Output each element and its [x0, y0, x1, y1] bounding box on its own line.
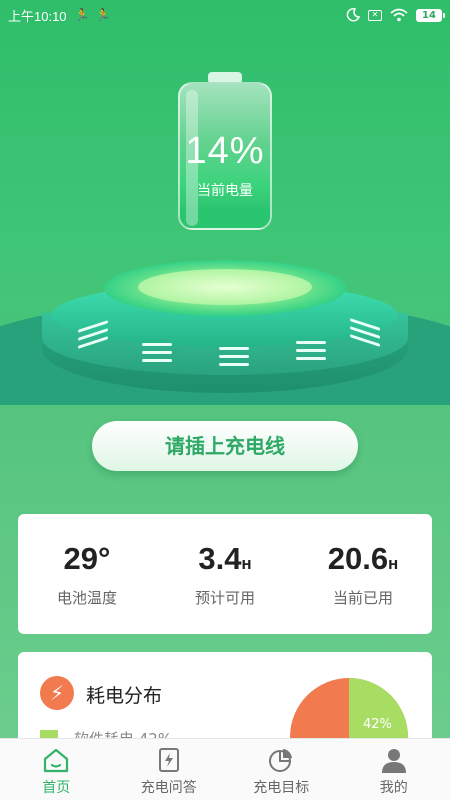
nav-mine[interactable]: 我的 — [338, 739, 450, 800]
nav-label: 充电问答 — [140, 780, 197, 796]
platform-mark — [219, 347, 249, 369]
nav-charging-goal[interactable]: 充电目标 — [225, 739, 338, 800]
plug-in-charger-button[interactable]: 请插上充电线 — [92, 421, 358, 471]
battery-icon: 14 — [416, 8, 445, 22]
stat-unit: H — [388, 557, 399, 572]
stat-estimated-available: 3.4H 预计可用 — [156, 541, 294, 608]
wifi-icon — [390, 8, 408, 22]
pie-slice-label: 42% — [363, 717, 392, 732]
stat-used: 20.6H 当前已用 — [294, 541, 432, 608]
power-distribution-card[interactable]: ⚡ 耗电分布 软件耗电 42% 42% — [18, 652, 432, 752]
user-icon — [381, 749, 406, 773]
nav-label: 首页 — [42, 780, 71, 796]
platform-center — [138, 269, 312, 305]
charging-platform — [42, 255, 408, 395]
pie-chart-icon — [269, 749, 293, 772]
bottom-navigation: 首页 充电问答 充电目标 我的 — [0, 738, 450, 800]
battery-percent: 14% — [185, 130, 265, 172]
home-icon — [44, 748, 69, 773]
nav-home[interactable]: 首页 — [0, 739, 113, 800]
battery-label: 当前电量 — [197, 183, 253, 199]
stat-label: 预计可用 — [194, 588, 255, 607]
book-bolt-icon — [158, 748, 179, 772]
nav-label: 我的 — [379, 780, 408, 796]
sim-off-icon: ✕ — [368, 9, 382, 21]
platform-mark — [296, 341, 326, 363]
nav-charging-qa[interactable]: 充电问答 — [113, 739, 226, 800]
stat-value: 20.6 — [327, 540, 389, 576]
stat-value: 3.4 — [198, 540, 242, 576]
status-time: 上午10:10 — [8, 8, 67, 24]
runner-icon: 🏃🏃 — [74, 8, 117, 22]
moon-icon — [346, 8, 360, 22]
stat-value: 29° — [63, 540, 111, 576]
platform-mark — [142, 343, 172, 365]
battery-stats-card: 29° 电池温度 3.4H 预计可用 20.6H 当前已用 — [18, 514, 432, 634]
stat-temperature: 29° 电池温度 — [18, 541, 156, 608]
distribution-title: 耗电分布 — [86, 685, 163, 707]
lightning-icon: ⚡ — [40, 676, 74, 710]
stat-unit: H — [241, 557, 252, 572]
nav-label: 充电目标 — [253, 780, 310, 796]
stat-label: 当前已用 — [332, 588, 393, 607]
stat-label: 电池温度 — [56, 588, 117, 607]
status-bar: 上午10:10 🏃🏃 ✕ 14 — [0, 0, 450, 30]
battery-illustration: 14% 当前电量 — [178, 72, 272, 230]
